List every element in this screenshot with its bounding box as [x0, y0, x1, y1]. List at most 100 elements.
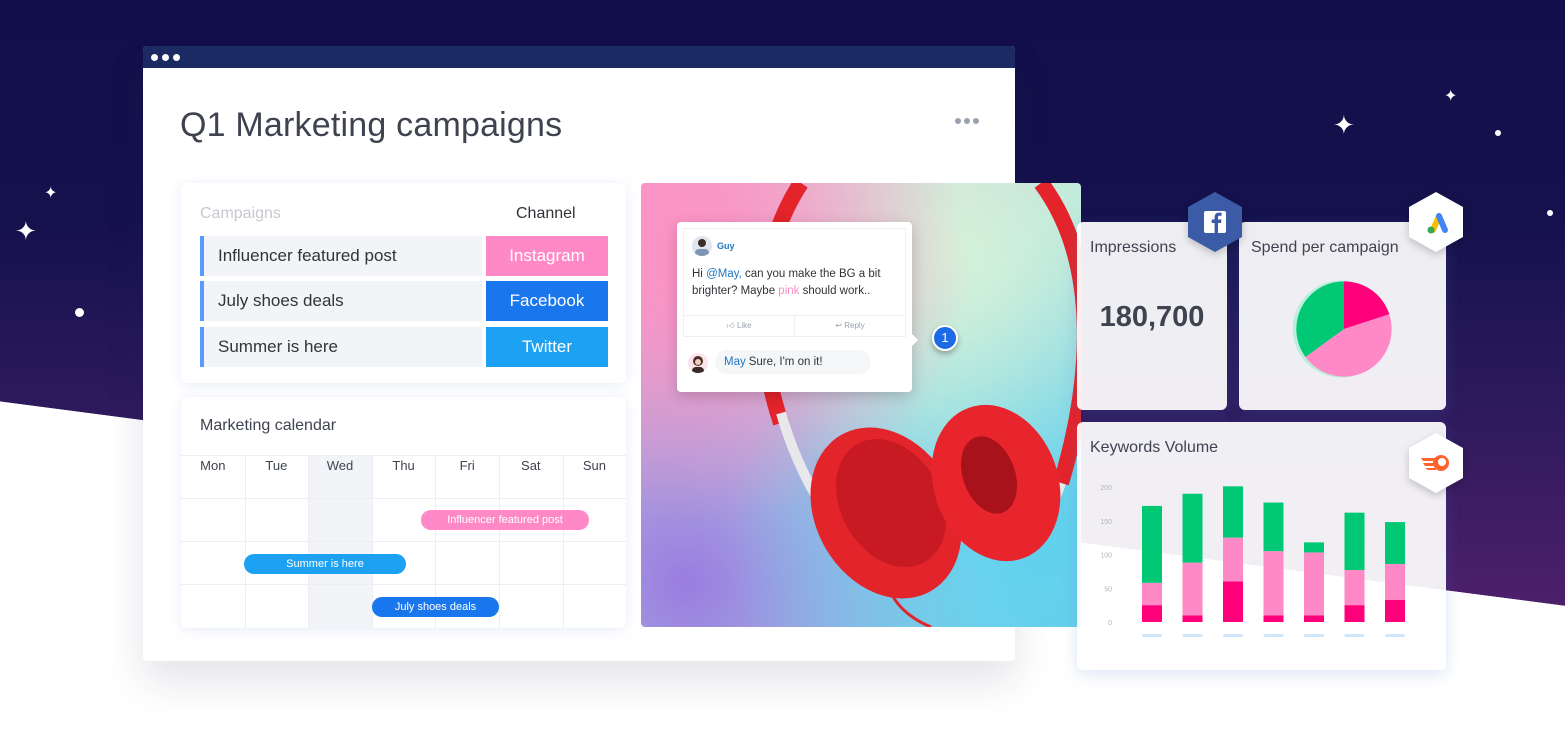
bar-segment-bottom[interactable] — [1263, 615, 1284, 622]
bar-segment-bottom[interactable] — [1344, 605, 1365, 622]
day-label: Tue — [265, 458, 288, 473]
campaigns-table: Campaigns Channel Influencer featured po… — [181, 183, 626, 383]
bar-segment-top[interactable] — [1304, 542, 1324, 553]
column-header-campaigns[interactable]: Campaigns — [200, 205, 281, 223]
keywords-widget: Keywords Volume 0 50 100 150 200 — [1077, 422, 1446, 670]
x-category-placeholder — [1385, 634, 1405, 637]
marketing-calendar: Marketing calendar Mon Tue Wed Thu Fri S… — [181, 397, 626, 628]
day-label: Mon — [200, 458, 226, 473]
facebook-icon — [1204, 211, 1226, 233]
bar-segment-middle[interactable] — [1344, 570, 1365, 606]
window-control-dot[interactable] — [162, 53, 169, 61]
user-avatar-icon — [695, 239, 709, 256]
bar-segment-middle[interactable] — [1223, 537, 1243, 582]
bar-segment-middle[interactable] — [1182, 562, 1203, 616]
bar-segment-middle[interactable] — [1142, 582, 1162, 606]
impressions-value: 180,700 — [1099, 301, 1205, 333]
channel-status-cell[interactable]: Instagram — [486, 236, 608, 276]
bar-segment-middle[interactable] — [1385, 563, 1405, 600]
calendar-event[interactable]: Influencer featured post — [421, 510, 589, 530]
table-row[interactable]: Summer is here Twitter — [200, 327, 608, 367]
sparkle-icon: ✦ — [1444, 88, 1458, 105]
x-category-placeholder — [1142, 634, 1162, 637]
star-dot — [1547, 210, 1553, 216]
semrush-badge[interactable] — [1409, 433, 1463, 493]
campaign-name-cell[interactable]: Summer is here — [200, 327, 482, 367]
y-tick-label: 0 — [1108, 620, 1112, 627]
table-row[interactable]: July shoes deals Facebook — [200, 281, 608, 321]
reply-arrow-icon: ↩ — [835, 321, 845, 330]
user-avatar-icon — [692, 356, 704, 373]
bar-segment-top[interactable] — [1223, 486, 1243, 538]
campaign-name-cell[interactable]: July shoes deals — [200, 281, 482, 321]
star-dot — [1495, 130, 1501, 136]
mention-link[interactable]: @May, — [706, 268, 742, 280]
day-label: Thu — [392, 458, 415, 473]
x-category-placeholder — [1223, 634, 1243, 637]
bar-segment-middle[interactable] — [1263, 551, 1284, 616]
facebook-badge[interactable] — [1188, 192, 1242, 252]
channel-status-cell[interactable]: Facebook — [486, 281, 608, 321]
page-title: Q1 Marketing campaigns — [180, 106, 563, 144]
bar-segment-top[interactable] — [1385, 522, 1405, 564]
widget-title: Spend per campaign — [1251, 239, 1399, 256]
y-tick-label: 50 — [1104, 586, 1112, 593]
keywords-bar-chart: 0 50 100 150 200 — [1100, 485, 1405, 637]
bar-segment-top[interactable] — [1344, 512, 1365, 571]
spend-pie-chart — [1292, 280, 1392, 378]
bar-segment-top[interactable] — [1263, 502, 1284, 552]
reply-message: May Sure, I'm on it! — [715, 350, 871, 374]
y-tick-label: 200 — [1100, 485, 1112, 492]
bar-segment-bottom[interactable] — [1223, 581, 1243, 623]
x-category-placeholder — [1263, 634, 1284, 637]
calendar-event[interactable]: July shoes deals — [372, 597, 499, 617]
day-label: Sun — [582, 458, 606, 473]
bar-segment-top[interactable] — [1142, 505, 1162, 583]
channel-status-cell[interactable]: Twitter — [486, 327, 608, 367]
google-ads-icon — [1427, 213, 1448, 234]
calendar-event[interactable]: Summer is here — [244, 554, 406, 574]
avatar[interactable] — [692, 236, 712, 256]
star-dot — [75, 308, 84, 317]
comment-author[interactable]: Guy — [717, 241, 735, 251]
google-ads-badge[interactable] — [1409, 192, 1463, 252]
reply-button[interactable]: ↩ Reply — [794, 316, 905, 337]
x-category-placeholder — [1344, 634, 1365, 637]
day-label: Wed — [326, 458, 354, 473]
day-label: Fri — [459, 458, 475, 473]
x-category-placeholder — [1182, 634, 1203, 637]
calendar-title: Marketing calendar — [200, 417, 337, 434]
comment-message: Hi @May, can you make the BG a bit brigh… — [692, 268, 881, 297]
x-category-placeholder — [1304, 634, 1324, 637]
more-options-button[interactable] — [955, 118, 979, 124]
widget-title: Impressions — [1090, 239, 1177, 256]
notification-badge[interactable]: 1 — [932, 325, 958, 351]
table-row[interactable]: Influencer featured post Instagram — [200, 236, 608, 276]
day-label: Sat — [521, 458, 541, 473]
column-header-channel[interactable]: Channel — [516, 205, 576, 223]
sparkle-icon: ✦ — [15, 216, 37, 246]
bar-segment-bottom[interactable] — [1182, 615, 1203, 622]
window-control-dot[interactable] — [151, 53, 158, 61]
bar-segment-bottom[interactable] — [1304, 615, 1324, 622]
thumbs-up-icon: 👍︎ — [726, 321, 737, 330]
more-horizontal-icon — [955, 118, 961, 124]
bar-segment-bottom[interactable] — [1142, 605, 1162, 622]
like-button[interactable]: 👍︎ Like — [684, 316, 794, 337]
y-tick-label: 150 — [1100, 519, 1112, 526]
sparkle-icon: ✦ — [44, 185, 58, 202]
calendar-grid: Mon Tue Wed Thu Fri Sat Sun Influencer f… — [181, 455, 626, 628]
bar-segment-top[interactable] — [1182, 493, 1203, 563]
comment-popup: Guy Hi @May, can you make the BG a bit b… — [677, 222, 918, 392]
avatar[interactable] — [688, 353, 708, 373]
bar-segment-middle[interactable] — [1304, 552, 1324, 616]
widget-title: Keywords Volume — [1090, 439, 1219, 456]
window-control-dot[interactable] — [173, 53, 180, 61]
reply-author[interactable]: May — [724, 356, 746, 368]
bar-segment-bottom[interactable] — [1385, 599, 1405, 622]
campaign-name-cell[interactable]: Influencer featured post — [200, 236, 482, 276]
sparkle-icon: ✦ — [1333, 110, 1355, 140]
window-titlebar — [143, 46, 1015, 68]
semrush-icon — [1421, 455, 1449, 471]
y-tick-label: 100 — [1100, 553, 1112, 560]
